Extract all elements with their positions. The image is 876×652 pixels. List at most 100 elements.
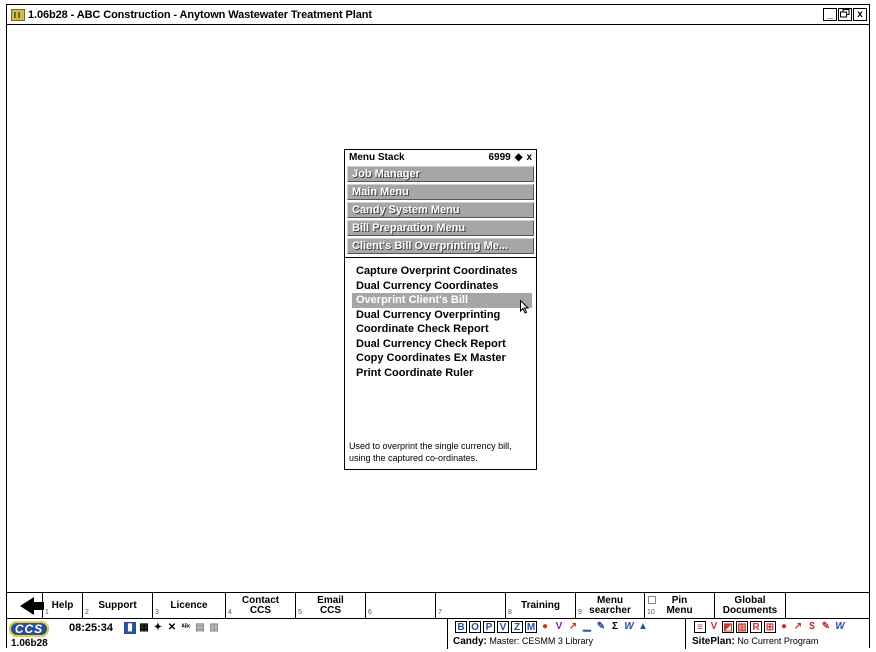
ccs-logo[interactable]: CCS <box>9 621 49 637</box>
cross-icon[interactable]: ✕ <box>166 622 178 634</box>
sum-icon[interactable]: Σ <box>609 621 621 633</box>
training-button[interactable]: Training 8 <box>506 593 576 618</box>
key-number: 10 <box>647 609 655 616</box>
candy-toolbar: B O P V Z M ● V ↗ ▁ ✎ Σ W ▲ <box>455 621 649 633</box>
pin-checkbox[interactable] <box>648 596 656 604</box>
menu-item[interactable]: Dual Currency Check Report <box>352 337 532 352</box>
help-button[interactable]: Help 1 <box>43 593 83 618</box>
schedule-icon[interactable]: ⊞ <box>764 621 776 633</box>
v-red-icon[interactable]: V <box>708 621 720 633</box>
function-key-7[interactable]: 7 <box>436 593 506 618</box>
menu-description: Used to overprint the single currency bi… <box>349 440 534 464</box>
email-ccs-button[interactable]: Email CCS 5 <box>296 593 366 618</box>
document-icon[interactable]: ≡ <box>694 621 706 633</box>
key-number: 7 <box>438 609 442 616</box>
word-icon[interactable]: W <box>834 621 846 633</box>
stack-button-clients-bill-overprinting[interactable]: Client's Bill Overprinting Me... <box>347 238 534 254</box>
v-letter-icon[interactable]: V <box>553 621 565 633</box>
back-button[interactable] <box>7 593 44 618</box>
minimize-button[interactable]: _ <box>823 8 837 21</box>
menu-item[interactable]: Coordinate Check Report <box>352 322 532 337</box>
function-key-6[interactable]: 6 <box>366 593 436 618</box>
calculator-icon[interactable]: ▮ <box>124 622 136 634</box>
siteplan-toolbar: ≡ V ◩ ▥ R ⊞ ● ↗ $ ✎ W <box>694 621 846 633</box>
dollar-icon[interactable]: $ <box>806 621 818 633</box>
up-arrow-icon[interactable]: ▲ <box>637 621 649 633</box>
key-number: 3 <box>155 609 159 616</box>
grid-icon[interactable]: ▦ <box>138 622 150 634</box>
r-icon[interactable]: R <box>750 621 762 633</box>
close-button[interactable]: x <box>853 8 867 21</box>
palette-icon[interactable]: ● <box>539 621 551 633</box>
wand-icon[interactable]: ↗ <box>567 621 579 633</box>
app-icon[interactable] <box>11 8 25 21</box>
menu-stack-header[interactable]: Menu Stack 6999 ◆ x <box>345 150 536 164</box>
menu-stack-title: Menu Stack <box>349 151 405 163</box>
button-label: Email CCS <box>317 594 344 616</box>
pin-menu-button[interactable]: Pin Menu 10 <box>645 593 715 618</box>
v-icon[interactable]: V <box>497 621 509 633</box>
button-label: Support <box>98 599 137 611</box>
chart-icon[interactable]: ◩ <box>722 621 734 633</box>
menu-stack-code: 6999 <box>488 151 511 163</box>
siteplan-status: SitePlan: No Current Program <box>692 636 818 647</box>
palette-icon[interactable]: ● <box>778 621 790 633</box>
wand-icon[interactable]: ↗ <box>792 621 804 633</box>
support-button[interactable]: Support 2 <box>83 593 153 618</box>
word-icon[interactable]: W <box>623 621 635 633</box>
mouse-cursor-icon <box>520 300 530 314</box>
licence-button[interactable]: Licence 3 <box>153 593 226 618</box>
z-icon[interactable]: Z <box>511 621 523 633</box>
stack-button-candy-system-menu[interactable]: Candy System Menu <box>347 202 534 218</box>
key-number: 8 <box>508 609 512 616</box>
edit-icon[interactable]: ✎ <box>820 621 832 633</box>
candy-label: Candy: <box>453 636 487 647</box>
contact-ccs-button[interactable]: Contact CCS 4 <box>226 593 296 618</box>
maximize-button[interactable] <box>838 8 852 21</box>
menu-item[interactable]: Dual Currency Overprinting <box>352 308 532 323</box>
button-label: Licence <box>170 599 208 611</box>
siteplan-label: SitePlan: <box>692 636 735 647</box>
version-label: 1.06b28 <box>11 638 48 649</box>
abc-icon[interactable]: ᴬᴮᶜ <box>180 622 192 634</box>
candy-status: Candy: Master: CESMM 3 Library <box>453 636 593 647</box>
table-icon[interactable]: ▥ <box>208 622 220 634</box>
edit-icon[interactable]: ✎ <box>595 621 607 633</box>
button-label: Menu searcher <box>589 594 631 616</box>
menu-item-list: Capture Overprint Coordinates Dual Curre… <box>345 258 536 380</box>
key-number: 5 <box>298 609 302 616</box>
key-number: 9 <box>578 609 582 616</box>
description-line: using the captured co-ordinates. <box>349 453 478 463</box>
menu-searcher-button[interactable]: Menu searcher 9 <box>576 593 645 618</box>
stack-button-main-menu[interactable]: Main Menu <box>347 184 534 200</box>
p-icon[interactable]: P <box>483 621 495 633</box>
menu-item[interactable]: Copy Coordinates Ex Master <box>352 351 532 366</box>
m-icon[interactable]: M <box>525 621 537 633</box>
divider <box>447 619 448 649</box>
stack-button-job-manager[interactable]: Job Manager <box>347 166 534 182</box>
window-title: 1.06b28 - ABC Construction - Anytown Was… <box>28 8 372 21</box>
o-icon[interactable]: O <box>469 621 481 633</box>
stack-button-bill-preparation-menu[interactable]: Bill Preparation Menu <box>347 220 534 236</box>
window-controls: _ x <box>823 8 867 21</box>
tools-icon[interactable]: ✦ <box>152 622 164 634</box>
menu-item-selected[interactable]: Overprint Client's Bill <box>352 293 532 308</box>
function-key-bar: Help 1 Support 2 Licence 3 Contact CCS 4… <box>7 592 869 618</box>
bars-icon[interactable]: ▥ <box>736 621 748 633</box>
function-key-12[interactable] <box>786 593 854 618</box>
status-bar: CCS 1.06b28 08:25:34 ▮ ▦ ✦ ✕ ᴬᴮᶜ ▤ ▥ B O… <box>7 618 869 649</box>
app-window: 1.06b28 - ABC Construction - Anytown Was… <box>6 4 870 649</box>
key-number: 6 <box>368 609 372 616</box>
title-bar[interactable]: 1.06b28 - ABC Construction - Anytown Was… <box>7 5 869 25</box>
layout-icon[interactable]: ▤ <box>194 622 206 634</box>
candy-value: Master: CESMM 3 Library <box>489 636 593 646</box>
menu-item[interactable]: Capture Overprint Coordinates <box>352 264 532 279</box>
ruler-icon[interactable]: ▁ <box>581 621 593 633</box>
button-label: Contact CCS <box>241 594 280 616</box>
b-icon[interactable]: B <box>455 621 467 633</box>
pin-icon[interactable]: ◆ <box>515 152 523 163</box>
menu-stack-close-button[interactable]: x <box>526 152 532 163</box>
menu-item[interactable]: Dual Currency Coordinates <box>352 279 532 294</box>
menu-item[interactable]: Print Coordinate Ruler <box>352 366 532 381</box>
global-documents-button[interactable]: Global Documents <box>715 593 786 618</box>
